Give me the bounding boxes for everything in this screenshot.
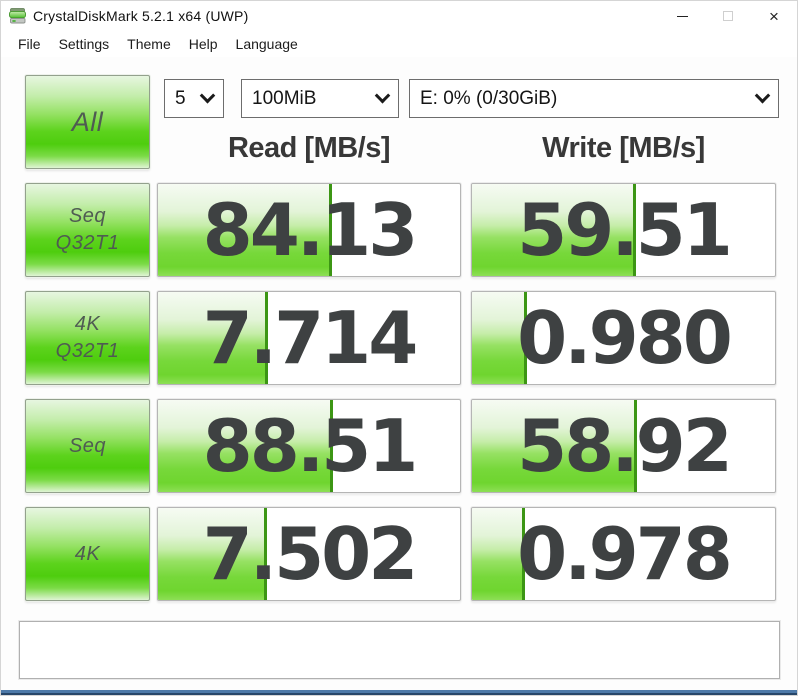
4k-q32t1-read-value: 7.714 — [158, 292, 460, 384]
row-label-line1: 4K — [75, 541, 100, 568]
seq-write-cell: 58.92 — [471, 399, 776, 493]
menu-settings[interactable]: Settings — [50, 33, 119, 55]
test-count-select[interactable]: 5 — [164, 79, 224, 118]
maximize-button — [705, 1, 751, 31]
4k-write-cell: 0.978 — [471, 507, 776, 601]
seq-write-value: 58.92 — [472, 400, 775, 492]
test-size-select[interactable]: 100MiB — [241, 79, 399, 118]
target-drive-select[interactable]: E: 0% (0/30GiB) — [409, 79, 779, 118]
chevron-down-icon — [375, 88, 391, 104]
4k-read-cell: 7.502 — [157, 507, 461, 601]
run-4k-button[interactable]: 4K — [25, 507, 150, 601]
minimize-icon — [677, 16, 688, 17]
window-title: CrystalDiskMark 5.2.1 x64 (UWP) — [33, 8, 248, 24]
menu-help[interactable]: Help — [180, 33, 227, 55]
app-icon — [9, 8, 27, 24]
seq-read-value: 88.51 — [158, 400, 460, 492]
title-bar: CrystalDiskMark 5.2.1 x64 (UWP) × — [1, 1, 797, 31]
run-4k-q32t1-button[interactable]: 4K Q32T1 — [25, 291, 150, 385]
row-label-line1: Seq — [69, 203, 106, 230]
minimize-button[interactable] — [659, 1, 705, 31]
app-window: CrystalDiskMark 5.2.1 x64 (UWP) × File S… — [0, 0, 798, 696]
4k-q32t1-write-value: 0.980 — [472, 292, 775, 384]
read-column-header: Read [MB/s] — [157, 132, 461, 170]
test-count-value: 5 — [175, 88, 202, 110]
run-seq-button[interactable]: Seq — [25, 399, 150, 493]
seq-q32t1-write-value: 59.51 — [472, 184, 775, 276]
row-label-line2: Q32T1 — [56, 338, 120, 365]
chevron-down-icon — [200, 88, 216, 104]
target-drive-value: E: 0% (0/30GiB) — [420, 88, 757, 110]
4k-write-value: 0.978 — [472, 508, 775, 600]
close-button[interactable]: × — [751, 1, 797, 31]
seq-q32t1-read-value: 84.13 — [158, 184, 460, 276]
4k-q32t1-write-cell: 0.980 — [471, 291, 776, 385]
close-icon: × — [769, 8, 779, 25]
menu-theme[interactable]: Theme — [118, 33, 180, 55]
seq-read-cell: 88.51 — [157, 399, 461, 493]
write-column-header: Write [MB/s] — [471, 132, 776, 170]
row-label-line1: 4K — [75, 311, 100, 338]
menu-file[interactable]: File — [9, 33, 50, 55]
menu-bar: File Settings Theme Help Language — [1, 31, 797, 57]
chevron-down-icon — [755, 88, 771, 104]
seq-q32t1-read-cell: 84.13 — [157, 183, 461, 277]
run-seq-q32t1-button[interactable]: Seq Q32T1 — [25, 183, 150, 277]
row-label-line2: Q32T1 — [56, 230, 120, 257]
menu-language[interactable]: Language — [227, 33, 307, 55]
test-size-value: 100MiB — [252, 88, 377, 110]
taskbar-edge — [1, 690, 797, 695]
4k-q32t1-read-cell: 7.714 — [157, 291, 461, 385]
maximize-icon — [723, 11, 733, 21]
run-all-button[interactable]: All — [25, 75, 150, 169]
seq-q32t1-write-cell: 59.51 — [471, 183, 776, 277]
run-all-label: All — [72, 104, 104, 140]
4k-read-value: 7.502 — [158, 508, 460, 600]
comment-input[interactable] — [19, 621, 780, 679]
row-label-line1: Seq — [69, 433, 106, 460]
